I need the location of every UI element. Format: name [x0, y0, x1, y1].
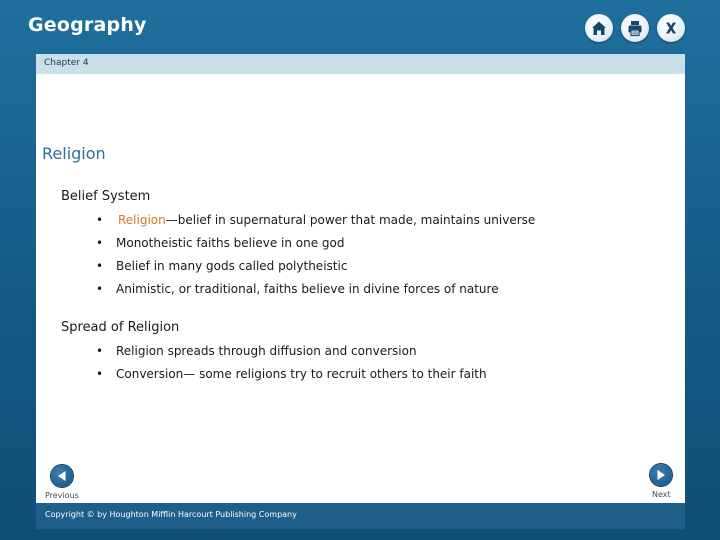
bullet-icon: • — [96, 236, 104, 250]
print-button[interactable] — [621, 14, 649, 42]
bullet-text: Animistic, or traditional, faiths believ… — [116, 282, 499, 296]
print-icon — [628, 21, 642, 37]
key-term: Religion — [118, 213, 166, 227]
bullet-icon: • — [96, 344, 104, 358]
bullet-text: —belief in supernatural power that made,… — [165, 213, 536, 227]
app-title: Geography — [28, 14, 147, 36]
slide-content: Religion Belief System • Religion—belief… — [36, 74, 685, 503]
close-button[interactable] — [657, 14, 685, 42]
section-heading-belief-system: Belief System — [61, 189, 151, 204]
bullet-text: Belief in many gods called polytheistic — [116, 259, 348, 273]
bullet-text: Conversion— some religions try to recrui… — [116, 367, 487, 381]
bullet-icon: • — [96, 282, 104, 296]
next-button[interactable] — [650, 464, 672, 486]
presentation-frame: Geography Chapter 4 Religion Belief Syst… — [0, 0, 720, 540]
bullet-icon: • — [96, 213, 104, 227]
section-heading-spread-of-religion: Spread of Religion — [61, 320, 180, 335]
bullet-icon: • — [96, 259, 104, 273]
previous-button[interactable] — [51, 465, 73, 487]
chapter-label: Chapter 4 — [44, 58, 89, 68]
chapter-bar: Chapter 4 — [36, 54, 685, 74]
triangle-right-icon — [657, 470, 665, 480]
home-button[interactable] — [585, 14, 613, 42]
bullet-text: Monotheistic faiths believe in one god — [116, 236, 345, 250]
triangle-left-icon — [58, 471, 66, 481]
slide-title: Religion — [42, 144, 106, 163]
home-icon — [592, 21, 606, 35]
copyright-text: Copyright © by Houghton Mifflin Harcourt… — [45, 510, 297, 519]
close-icon — [666, 22, 676, 34]
bullet-text: Religion spreads through diffusion and c… — [116, 344, 417, 358]
previous-label[interactable]: Previous — [45, 491, 79, 500]
bullet-icon: • — [96, 367, 104, 381]
footer-bar: Copyright © by Houghton Mifflin Harcourt… — [36, 503, 685, 529]
next-label[interactable]: Next — [652, 490, 671, 499]
